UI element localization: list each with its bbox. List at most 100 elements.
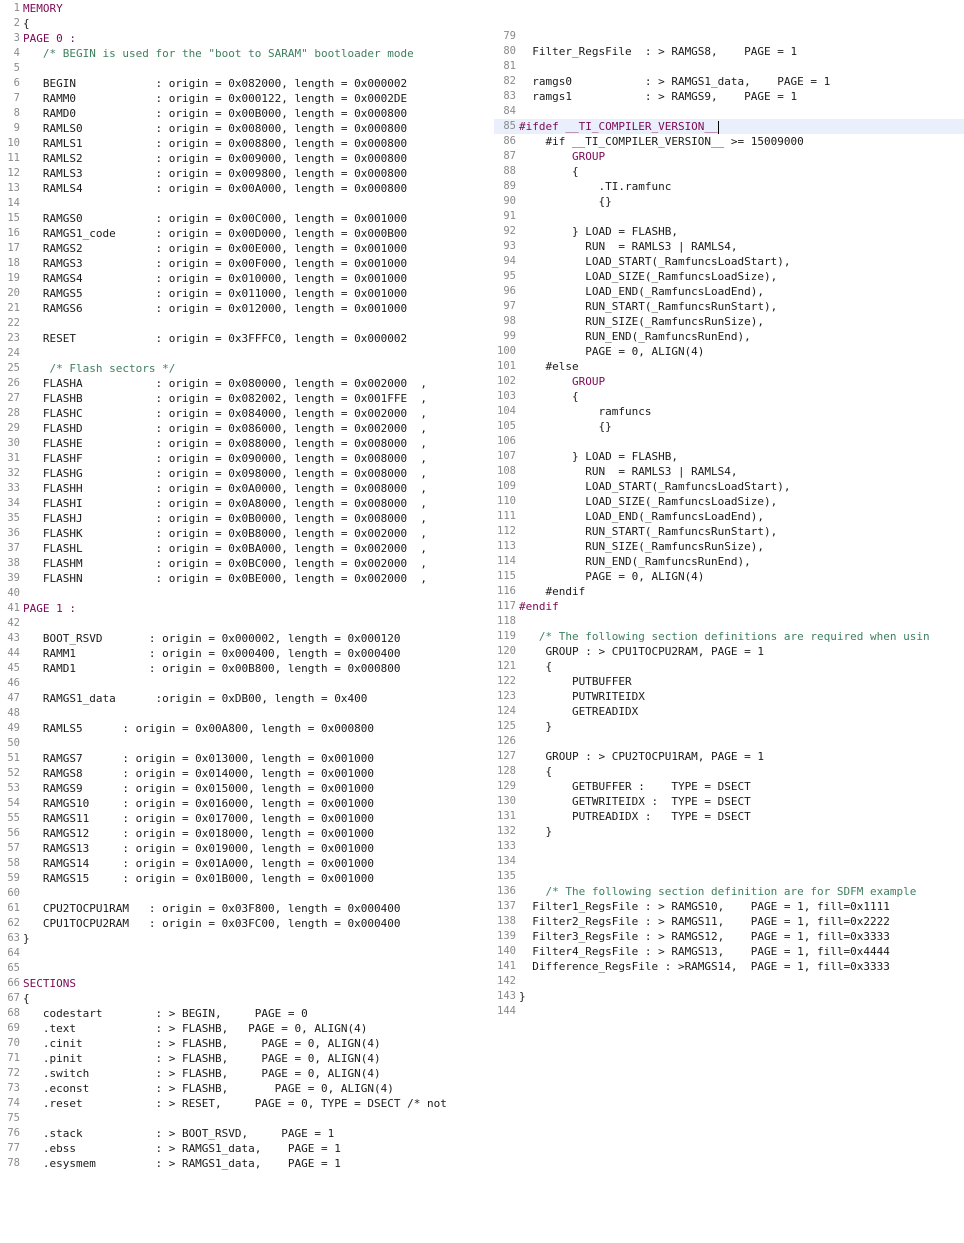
code-line[interactable]: 63} <box>0 931 446 946</box>
code-line[interactable]: 74 .reset : > RESET, PAGE = 0, TYPE = DS… <box>0 1096 446 1111</box>
code-line[interactable]: 50 <box>0 736 446 751</box>
code-line[interactable]: 129 GETBUFFER : TYPE = DSECT <box>494 779 964 794</box>
code-line[interactable]: 133 <box>494 839 964 854</box>
code-line[interactable]: 75 <box>0 1111 446 1126</box>
code-line[interactable]: 72 .switch : > FLASHB, PAGE = 0, ALIGN(4… <box>0 1066 446 1081</box>
code-line[interactable]: 41 PAGE 1 : <box>0 601 446 616</box>
code-line[interactable]: 84 <box>494 104 964 119</box>
code-line[interactable]: 107 } LOAD = FLASHB, <box>494 449 964 464</box>
code-line[interactable]: 21 RAMGS6 : origin = 0x012000, length = … <box>0 301 446 316</box>
code-line[interactable]: 117 #endif <box>494 599 964 614</box>
code-line[interactable]: 116 #endif <box>494 584 964 599</box>
code-line[interactable]: 61 CPU2TOCPU1RAM : origin = 0x03F800, le… <box>0 901 446 916</box>
code-line[interactable]: 32 FLASHG : origin = 0x098000, length = … <box>0 466 446 481</box>
code-line[interactable]: 55 RAMGS11 : origin = 0x017000, length =… <box>0 811 446 826</box>
code-line[interactable]: 10 RAMLS1 : origin = 0x008800, length = … <box>0 136 446 151</box>
code-line[interactable]: 76 .stack : > BOOT_RSVD, PAGE = 1 <box>0 1126 446 1141</box>
code-line[interactable]: 8 RAMD0 : origin = 0x00B000, length = 0x… <box>0 106 446 121</box>
code-line[interactable]: 49 RAMLS5 : origin = 0x00A800, length = … <box>0 721 446 736</box>
code-line[interactable]: 85 #ifdef __TI_COMPILER_VERSION__ <box>494 119 964 134</box>
code-line[interactable]: 16 RAMGS1_code : origin = 0x00D000, leng… <box>0 226 446 241</box>
code-line[interactable]: 112 RUN_START(_RamfuncsRunStart), <box>494 524 964 539</box>
code-line[interactable]: 20 RAMGS5 : origin = 0x011000, length = … <box>0 286 446 301</box>
code-line[interactable]: 128 { <box>494 764 964 779</box>
code-line[interactable]: 13 RAMLS4 : origin = 0x00A000, length = … <box>0 181 446 196</box>
code-line[interactable]: 132 } <box>494 824 964 839</box>
code-line[interactable]: 124 GETREADIDX <box>494 704 964 719</box>
code-line[interactable]: 130 GETWRITEIDX : TYPE = DSECT <box>494 794 964 809</box>
code-line[interactable]: 46 <box>0 676 446 691</box>
code-line[interactable]: 96 LOAD_END(_RamfuncsLoadEnd), <box>494 284 964 299</box>
code-line[interactable]: 82 ramgs0 : > RAMGS1_data, PAGE = 1 <box>494 74 964 89</box>
code-line[interactable]: 9 RAMLS0 : origin = 0x008000, length = 0… <box>0 121 446 136</box>
code-line[interactable]: 19 RAMGS4 : origin = 0x010000, length = … <box>0 271 446 286</box>
code-line[interactable]: 25 /* Flash sectors */ <box>0 361 446 376</box>
code-line[interactable]: 87 GROUP <box>494 149 964 164</box>
code-line[interactable] <box>494 14 964 29</box>
code-line[interactable]: 139 Filter3_RegsFile : > RAMGS12, PAGE =… <box>494 929 964 944</box>
code-line[interactable]: 93 RUN = RAMLS3 | RAMLS4, <box>494 239 964 254</box>
code-line[interactable]: 138 Filter2_RegsFile : > RAMGS11, PAGE =… <box>494 914 964 929</box>
code-line[interactable]: 27 FLASHB : origin = 0x082002, length = … <box>0 391 446 406</box>
code-line[interactable]: 118 <box>494 614 964 629</box>
code-line[interactable]: 77 .ebss : > RAMGS1_data, PAGE = 1 <box>0 1141 446 1156</box>
code-line[interactable]: 91 <box>494 209 964 224</box>
code-line[interactable]: 70 .cinit : > FLASHB, PAGE = 0, ALIGN(4) <box>0 1036 446 1051</box>
code-line[interactable]: 135 <box>494 869 964 884</box>
code-line[interactable]: 100 PAGE = 0, ALIGN(4) <box>494 344 964 359</box>
code-line[interactable]: 44 RAMM1 : origin = 0x000400, length = 0… <box>0 646 446 661</box>
code-line[interactable]: 6 BEGIN : origin = 0x082000, length = 0x… <box>0 76 446 91</box>
code-line[interactable]: 34 FLASHI : origin = 0x0A8000, length = … <box>0 496 446 511</box>
code-line[interactable]: 12 RAMLS3 : origin = 0x009800, length = … <box>0 166 446 181</box>
code-line[interactable]: 57 RAMGS13 : origin = 0x019000, length =… <box>0 841 446 856</box>
code-line[interactable]: 110 LOAD_SIZE(_RamfuncsLoadSize), <box>494 494 964 509</box>
code-line[interactable]: 92 } LOAD = FLASHB, <box>494 224 964 239</box>
code-line[interactable]: 1 MEMORY <box>0 1 446 16</box>
code-line[interactable]: 98 RUN_SIZE(_RamfuncsRunSize), <box>494 314 964 329</box>
code-line[interactable]: 42 <box>0 616 446 631</box>
code-line[interactable]: 18 RAMGS3 : origin = 0x00F000, length = … <box>0 256 446 271</box>
code-line[interactable]: 48 <box>0 706 446 721</box>
code-line[interactable]: 105 {} <box>494 419 964 434</box>
code-line[interactable]: 56 RAMGS12 : origin = 0x018000, length =… <box>0 826 446 841</box>
code-line[interactable]: 36 FLASHK : origin = 0x0B8000, length = … <box>0 526 446 541</box>
code-line[interactable]: 137 Filter1_RegsFile : > RAMGS10, PAGE =… <box>494 899 964 914</box>
code-line[interactable]: 17 RAMGS2 : origin = 0x00E000, length = … <box>0 241 446 256</box>
code-line[interactable]: 83 ramgs1 : > RAMGS9, PAGE = 1 <box>494 89 964 104</box>
code-line[interactable]: 71 .pinit : > FLASHB, PAGE = 0, ALIGN(4) <box>0 1051 446 1066</box>
code-line[interactable]: 119 /* The following section definitions… <box>494 629 964 644</box>
code-line[interactable]: 102 GROUP <box>494 374 964 389</box>
code-line[interactable]: 43 BOOT_RSVD : origin = 0x000002, length… <box>0 631 446 646</box>
code-line[interactable]: 120 GROUP : > CPU1TOCPU2RAM, PAGE = 1 <box>494 644 964 659</box>
code-line[interactable]: 23 RESET : origin = 0x3FFFC0, length = 0… <box>0 331 446 346</box>
code-line[interactable]: 3 PAGE 0 : <box>0 31 446 46</box>
code-line[interactable]: 113 RUN_SIZE(_RamfuncsRunSize), <box>494 539 964 554</box>
code-line[interactable]: 52 RAMGS8 : origin = 0x014000, length = … <box>0 766 446 781</box>
code-line[interactable]: 144 <box>494 1004 964 1019</box>
code-line[interactable]: 30 FLASHE : origin = 0x088000, length = … <box>0 436 446 451</box>
code-line[interactable]: 86 #if __TI_COMPILER_VERSION__ >= 150090… <box>494 134 964 149</box>
code-line[interactable]: 95 LOAD_SIZE(_RamfuncsLoadSize), <box>494 269 964 284</box>
code-line[interactable]: 53 RAMGS9 : origin = 0x015000, length = … <box>0 781 446 796</box>
code-line[interactable]: 33 FLASHH : origin = 0x0A0000, length = … <box>0 481 446 496</box>
code-line[interactable]: 73 .econst : > FLASHB, PAGE = 0, ALIGN(4… <box>0 1081 446 1096</box>
code-line[interactable]: 11 RAMLS2 : origin = 0x009000, length = … <box>0 151 446 166</box>
code-line[interactable]: 4 /* BEGIN is used for the "boot to SARA… <box>0 46 446 61</box>
code-line[interactable]: 67{ <box>0 991 446 1006</box>
code-line[interactable]: 114 RUN_END(_RamfuncsRunEnd), <box>494 554 964 569</box>
code-line[interactable]: 26 FLASHA : origin = 0x080000, length = … <box>0 376 446 391</box>
code-line[interactable]: 40 <box>0 586 446 601</box>
code-line[interactable]: 59 RAMGS15 : origin = 0x01B000, length =… <box>0 871 446 886</box>
code-line[interactable]: 97 RUN_START(_RamfuncsRunStart), <box>494 299 964 314</box>
code-line[interactable]: 78 .esysmem : > RAMGS1_data, PAGE = 1 <box>0 1156 446 1171</box>
code-line[interactable]: 15 RAMGS0 : origin = 0x00C000, length = … <box>0 211 446 226</box>
code-line[interactable]: 127 GROUP : > CPU2TOCPU1RAM, PAGE = 1 <box>494 749 964 764</box>
code-line[interactable]: 7 RAMM0 : origin = 0x000122, length = 0x… <box>0 91 446 106</box>
code-line[interactable]: 108 RUN = RAMLS3 | RAMLS4, <box>494 464 964 479</box>
code-line[interactable]: 143} <box>494 989 964 1004</box>
code-line[interactable]: 134 <box>494 854 964 869</box>
code-line[interactable]: 79 <box>494 29 964 44</box>
code-line[interactable]: 24 <box>0 346 446 361</box>
code-line[interactable]: 37 FLASHL : origin = 0x0BA000, length = … <box>0 541 446 556</box>
right-code-pane[interactable]: 79 80 Filter_RegsFile : > RAMGS8, PAGE = … <box>494 0 964 1243</box>
